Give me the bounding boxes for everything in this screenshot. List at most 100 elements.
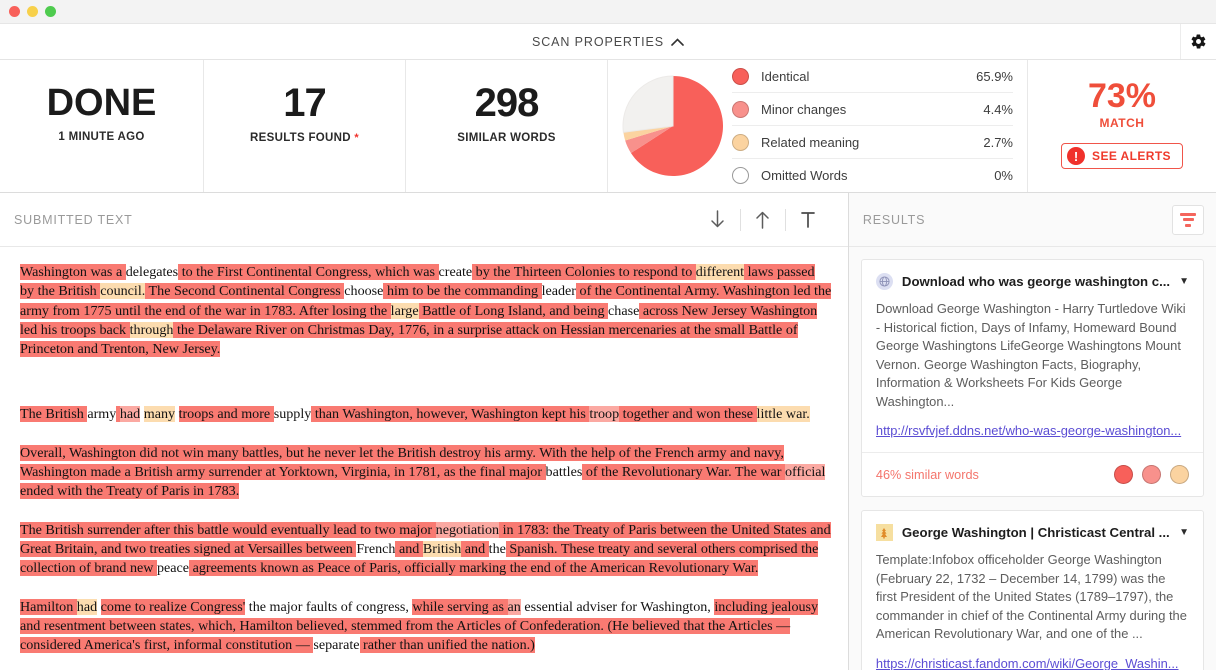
result-card-url[interactable]: http://rsvfvjef.ddns.net/who-was-george-…: [876, 423, 1189, 438]
highlighted-text-segment[interactable]: troops and more: [178, 406, 274, 423]
highlighted-text-segment[interactable]: come to realize Congress': [100, 598, 246, 615]
highlighted-text-segment[interactable]: create: [438, 264, 473, 280]
highlighted-text-segment[interactable]: of the Revolutionary War. The war: [582, 464, 785, 481]
highlighted-text-segment[interactable]: negotiation: [435, 521, 500, 538]
similarity-dot-icon[interactable]: [1142, 465, 1161, 484]
highlighted-text-segment[interactable]: by the Thirteen Colonies to respond to: [472, 264, 696, 280]
result-card-url[interactable]: https://christicast.fandom.com/wiki/Geor…: [876, 656, 1189, 670]
highlighted-text-segment[interactable]: and: [461, 540, 489, 557]
similarity-dot-icon[interactable]: [1170, 465, 1189, 484]
submitted-text-content[interactable]: Washington was a delegates to the First …: [0, 247, 848, 670]
highlighted-text-segment[interactable]: through: [129, 321, 174, 338]
highlighted-text-segment[interactable]: choose: [344, 283, 384, 300]
highlighted-text-segment[interactable]: had: [76, 598, 98, 615]
pie-chart-svg: [622, 75, 723, 176]
highlighted-text-segment[interactable]: delegates: [125, 264, 179, 280]
highlighted-text-segment[interactable]: to the First Continental Congress, which…: [178, 264, 439, 280]
similarity-dot-icon[interactable]: [1114, 465, 1133, 484]
window-maximize-button[interactable]: [45, 6, 56, 17]
results-list: Download who was george washington c... ▼…: [849, 247, 1216, 670]
highlighted-text-segment[interactable]: large: [390, 302, 419, 319]
result-card[interactable]: George Washington | Christicast Central …: [860, 510, 1204, 670]
result-card-body: George Washington | Christicast Central …: [862, 511, 1203, 670]
highlighted-text-segment[interactable]: Hamilton: [20, 598, 77, 615]
match-percentage: 73%: [1087, 77, 1157, 115]
window-close-button[interactable]: [9, 6, 20, 17]
arrow-up-glyph: [756, 211, 770, 229]
legend-value: 4.4%: [983, 101, 1013, 117]
legend-row[interactable]: Identical 65.9%: [732, 60, 1013, 93]
result-card-body: Download who was george washington c... ▼…: [862, 260, 1203, 452]
chevron-down-icon[interactable]: ▼: [1179, 276, 1189, 287]
result-card-title[interactable]: Download who was george washington c...: [902, 274, 1170, 289]
result-card-header: George Washington | Christicast Central …: [875, 524, 1189, 541]
highlighted-text-segment[interactable]: while serving as: [412, 598, 508, 615]
see-alerts-button[interactable]: ! SEE ALERTS: [1061, 143, 1183, 169]
highlighted-text-segment[interactable]: troop: [589, 406, 620, 423]
highlighted-text-segment[interactable]: Battle of Long Island, and being: [418, 302, 609, 319]
highlighted-text-segment[interactable]: official: [785, 464, 826, 481]
highlighted-text-segment[interactable]: council.: [100, 283, 146, 300]
legend-row[interactable]: Related meaning 2.7%: [732, 126, 1013, 159]
main-body: SUBMITTED TEXT Washington was a delegate…: [0, 193, 1216, 670]
highlighted-text-segment[interactable]: French: [356, 540, 396, 557]
highlighted-text-segment[interactable]: essential adviser for Washington,: [520, 598, 715, 615]
legend-swatch-icon: [732, 167, 749, 184]
results-found-cell: 17 RESULTS FOUND *: [204, 60, 406, 192]
window-minimize-button[interactable]: [27, 6, 38, 17]
highlighted-text-segment[interactable]: the major faults of congress,: [245, 598, 413, 615]
highlighted-text-segment[interactable]: Washington was a: [20, 264, 126, 280]
results-panel: RESULTS Download who was george washingt…: [848, 193, 1216, 670]
highlighted-text-segment[interactable]: the: [488, 540, 506, 557]
window-titlebar: [0, 0, 1216, 24]
similar-words-cell: 298 SIMILAR WORDS: [406, 60, 608, 192]
highlighted-text-segment[interactable]: separate: [313, 637, 360, 654]
highlighted-text-segment[interactable]: agreements known as Peace of Paris, offi…: [189, 560, 759, 577]
highlighted-text-segment[interactable]: The British: [20, 406, 88, 423]
highlighted-text-segment[interactable]: together and won these: [619, 406, 757, 423]
highlighted-text-segment[interactable]: rather than unified the nation.): [359, 637, 535, 654]
highlighted-text-segment[interactable]: little war.: [756, 406, 810, 423]
submitted-text-header: SUBMITTED TEXT: [0, 193, 848, 247]
submitted-paragraph: Overall, Washington did not win many bat…: [20, 444, 832, 502]
result-card[interactable]: Download who was george washington c... ▼…: [860, 259, 1204, 497]
arrow-down-icon[interactable]: [696, 210, 740, 229]
submitted-text-title: SUBMITTED TEXT: [14, 212, 133, 227]
highlighted-text-segment[interactable]: battles: [545, 464, 583, 481]
highlighted-text-segment[interactable]: and: [395, 540, 423, 557]
legend-swatch-icon: [732, 133, 749, 151]
highlighted-text-segment[interactable]: him to be the commanding: [383, 283, 542, 300]
legend-row[interactable]: Omitted Words 0%: [732, 159, 1013, 192]
text-format-icon[interactable]: [786, 210, 830, 229]
highlighted-text-segment[interactable]: different: [695, 264, 745, 280]
result-card-snippet: Template:Infobox officeholder George Was…: [875, 552, 1187, 641]
match-cell: 73% MATCH ! SEE ALERTS: [1028, 60, 1216, 192]
results-found-value: 17: [283, 80, 326, 125]
submitted-text-toolbar: [696, 208, 830, 231]
settings-button[interactable]: [1180, 24, 1216, 59]
similar-words-percentage: 46% similar words: [875, 467, 979, 482]
scan-properties-toggle[interactable]: SCAN PROPERTIES: [532, 35, 684, 49]
highlighted-text-segment[interactable]: The British surrender after this battle …: [20, 521, 436, 538]
highlighted-text-segment[interactable]: peace: [156, 560, 190, 577]
highlighted-text-segment[interactable]: than Washington, however, Washington kep…: [311, 406, 590, 423]
similarity-dots: [1114, 465, 1189, 484]
arrow-up-icon[interactable]: [741, 210, 785, 229]
filter-button[interactable]: [1172, 204, 1204, 235]
globe-icon: [875, 273, 893, 290]
highlighted-text-segment[interactable]: supply: [273, 406, 312, 423]
result-card-title[interactable]: George Washington | Christicast Central …: [902, 525, 1170, 540]
highlighted-text-segment[interactable]: chase: [608, 302, 640, 319]
match-label: MATCH: [1099, 116, 1145, 130]
highlighted-text-segment[interactable]: army: [87, 406, 117, 423]
highlighted-text-segment[interactable]: leader: [541, 283, 576, 300]
highlighted-text-segment[interactable]: ended with the Treaty of Paris in 1783.: [20, 483, 240, 500]
legend-row[interactable]: Minor changes 4.4%: [732, 93, 1013, 126]
highlighted-text-segment[interactable]: an: [507, 598, 521, 615]
highlighted-text-segment[interactable]: British: [422, 540, 462, 557]
similar-words-value: 298: [474, 80, 540, 125]
highlighted-text-segment[interactable]: had: [119, 406, 141, 423]
highlighted-text-segment[interactable]: The Second Continental Congress: [145, 283, 345, 300]
chevron-down-icon[interactable]: ▼: [1179, 527, 1189, 538]
highlighted-text-segment[interactable]: many: [143, 406, 176, 423]
